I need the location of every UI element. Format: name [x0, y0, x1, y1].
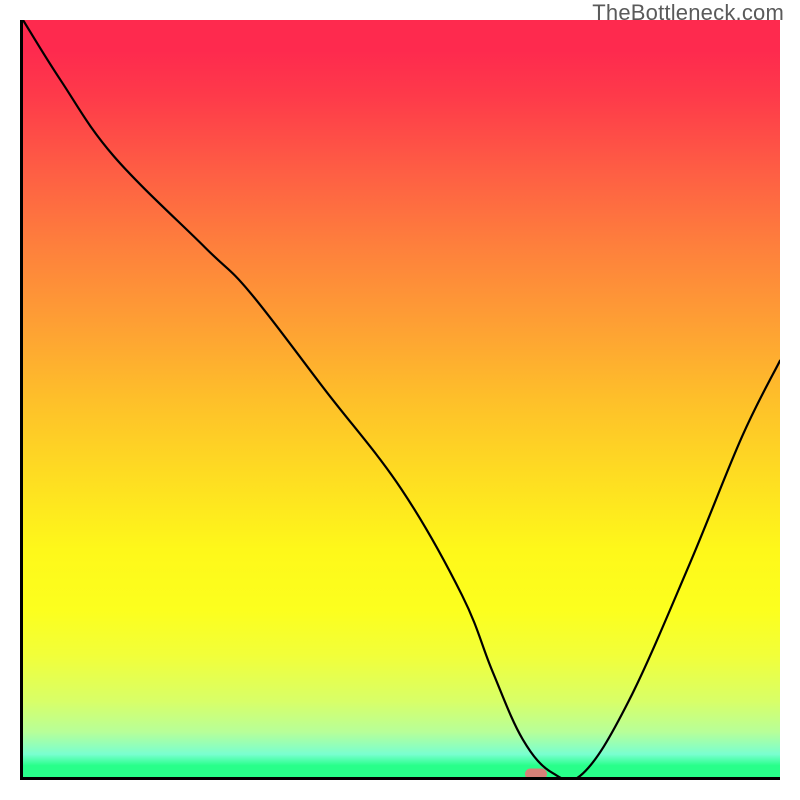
optimal-point-marker [525, 768, 547, 779]
bottleneck-curve-path [23, 20, 780, 777]
plot-area [20, 20, 780, 780]
bottleneck-chart: TheBottleneck.com [0, 0, 800, 800]
curve-svg [23, 20, 780, 777]
